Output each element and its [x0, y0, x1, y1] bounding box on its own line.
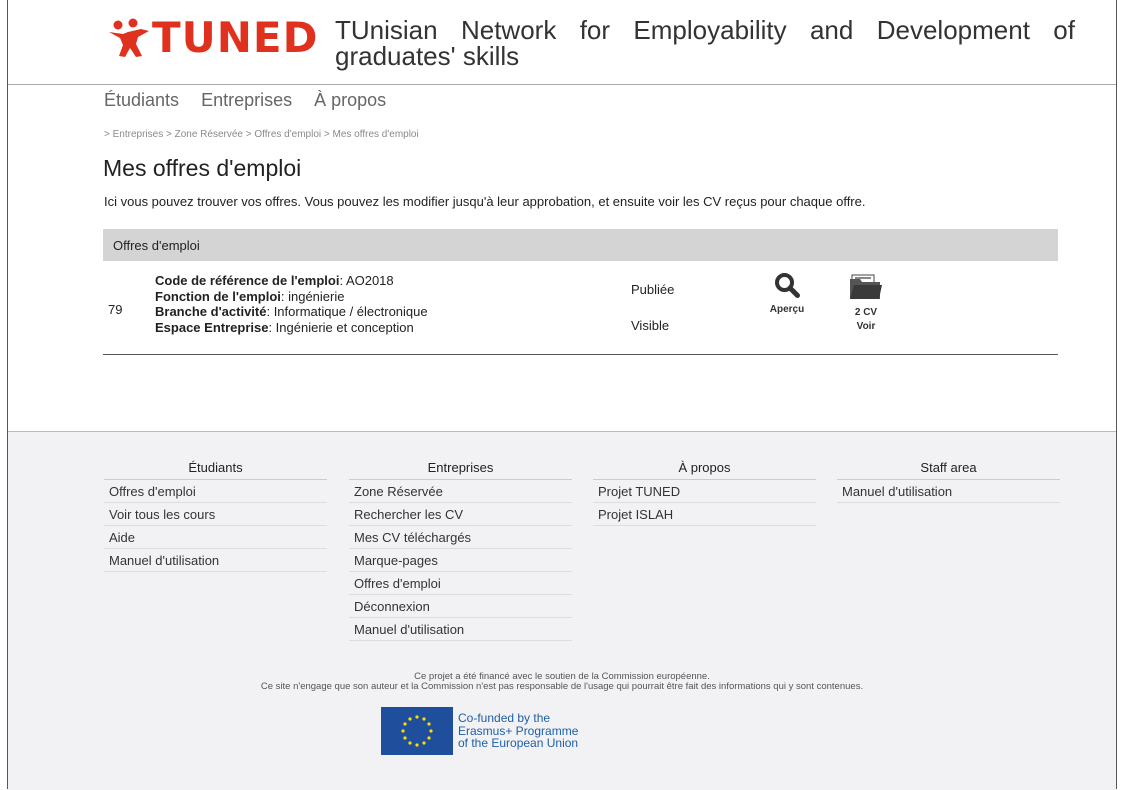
offer-space-label: Espace Entreprise — [155, 319, 269, 335]
footer-link[interactable]: Offres d'emploi — [104, 480, 327, 503]
tuned-logo[interactable]: TUNED — [108, 14, 318, 62]
footer-column-staff-area: Staff area Manuel d'utilisation — [837, 460, 1060, 503]
footer-link[interactable]: Manuel d'utilisation — [104, 549, 327, 572]
footer-column-etudiants: Étudiants Offres d'emploi Voir tous les … — [104, 460, 327, 572]
footer-link[interactable]: Rechercher les CV — [349, 503, 572, 526]
offer-space: Espace Entreprise: Ingénierie et concept… — [155, 320, 428, 336]
offer-function-value: : ingénierie — [280, 288, 345, 304]
view-cv-button[interactable]: 2 CV Voir — [836, 272, 896, 334]
page-frame: TUNED TUnisian Network for Employability… — [7, 0, 1117, 790]
table-header-label: Offres d'emploi — [113, 238, 200, 253]
offer-code-value: : AO2018 — [339, 273, 394, 288]
eu-flag-icon — [381, 707, 453, 755]
offer-branch-label: Branche d'activité — [155, 304, 267, 319]
table-row: 79 Code de référence de l'emploi: AO2018… — [103, 262, 1058, 355]
offer-space-value: : Ingénierie et conception — [268, 319, 414, 335]
offer-function-label: Fonction de l'emploi — [155, 288, 281, 304]
table-header: Offres d'emploi — [103, 229, 1058, 261]
nav-item-etudiants[interactable]: Étudiants — [104, 90, 179, 111]
breadcrumb[interactable]: > Entreprises > Zone Réservée > Offres d… — [104, 129, 419, 140]
footer-link[interactable]: Manuel d'utilisation — [349, 618, 572, 641]
view-label: Voir — [856, 321, 876, 332]
page-intro: Ici vous pouvez trouver vos offres. Vous… — [104, 194, 866, 209]
footer-column-title: Étudiants — [104, 460, 327, 480]
status-visible: Visible — [631, 318, 670, 333]
search-icon — [775, 273, 800, 298]
footer-column-title: Entreprises — [349, 460, 572, 480]
footer-disclaimer: Ce projet a été financé avec le soutien … — [8, 672, 1116, 692]
nav-item-a-propos[interactable]: À propos — [314, 90, 386, 111]
footer-link[interactable]: Aide — [104, 526, 327, 549]
footer-link[interactable]: Offres d'emploi — [349, 572, 572, 595]
footer-link[interactable]: Mes CV téléchargés — [349, 526, 572, 549]
nav-item-entreprises[interactable]: Entreprises — [201, 90, 292, 111]
status-published: Publiée — [631, 282, 675, 297]
footer-link[interactable]: Manuel d'utilisation — [837, 480, 1060, 503]
site-footer: Étudiants Offres d'emploi Voir tous les … — [8, 431, 1116, 790]
offer-code-label: Code de référence de l'emploi — [155, 273, 340, 288]
preview-button[interactable]: Aperçu — [757, 272, 817, 315]
offer-details: Code de référence de l'emploi: AO2018 Fo… — [155, 273, 428, 335]
offer-branch-value: : Informatique / électronique — [266, 304, 428, 319]
offer-branch: Branche d'activité: Informatique / élect… — [155, 304, 428, 320]
people-logo-icon — [109, 18, 149, 57]
main-nav: Étudiants Entreprises À propos — [104, 90, 386, 111]
folder-icon — [850, 274, 882, 299]
disclaimer-line-2: Ce site n'engage que son auteur et la Co… — [260, 681, 864, 692]
eu-cofunded-text: Co-funded by the Erasmus+ Programme of t… — [458, 712, 578, 750]
footer-link[interactable]: Marque-pages — [349, 549, 572, 572]
offer-id: 79 — [108, 302, 123, 317]
eu-text-line-1: Co-funded by the — [458, 711, 551, 726]
offer-function: Fonction de l'emploi: ingénierie — [155, 289, 428, 305]
logo-text: TUNED — [152, 13, 319, 62]
site-header: TUNED TUnisian Network for Employability… — [8, 0, 1116, 85]
footer-link[interactable]: Zone Réservée — [349, 480, 572, 503]
page-title: Mes offres d'emploi — [103, 155, 302, 181]
footer-link[interactable]: Projet TUNED — [593, 480, 816, 503]
eu-text-line-3: of the European Union — [458, 736, 579, 751]
footer-column-title: À propos — [593, 460, 816, 480]
offer-code: Code de référence de l'emploi: AO2018 — [155, 273, 428, 289]
footer-link[interactable]: Voir tous les cours — [104, 503, 327, 526]
site-title: TUnisian Network for Employability and D… — [335, 15, 1075, 71]
preview-label: Aperçu — [769, 304, 805, 315]
footer-column-entreprises: Entreprises Zone Réservée Rechercher les… — [349, 460, 572, 641]
cv-count: 2 CV — [854, 307, 878, 318]
eu-cofunded-badge: Co-funded by the Erasmus+ Programme of t… — [381, 707, 578, 755]
footer-column-a-propos: À propos Projet TUNED Projet ISLAH — [593, 460, 816, 526]
footer-column-title: Staff area — [837, 460, 1060, 480]
footer-link[interactable]: Déconnexion — [349, 595, 572, 618]
footer-link[interactable]: Projet ISLAH — [593, 503, 816, 526]
